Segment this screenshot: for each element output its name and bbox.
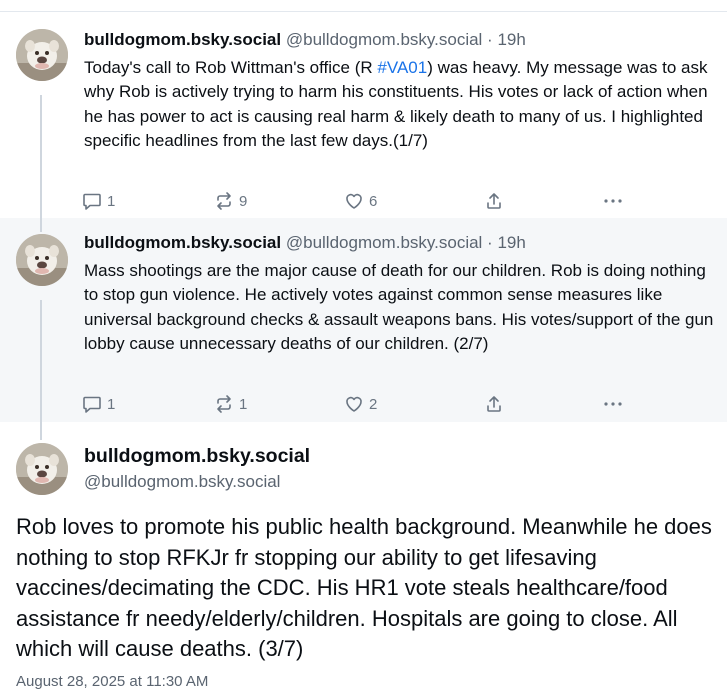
thread-post-1[interactable]: bulldogmom.bsky.social @bulldogmom.bsky.…	[0, 12, 727, 230]
post-text-part: Today's call to Rob Wittman's office (R	[84, 58, 378, 77]
avatar[interactable]	[16, 234, 68, 286]
thread-connector-line	[40, 95, 42, 230]
post-thread: bulldogmom.bsky.social @bulldogmom.bsky.…	[0, 0, 727, 694]
bulldog-avatar-image	[16, 234, 68, 286]
bulldog-avatar-image	[16, 443, 68, 495]
thread-connector-line	[40, 300, 42, 422]
reply-count: 1	[107, 192, 116, 210]
repost-button[interactable]: 9	[214, 190, 247, 212]
post-actions: 1 1 2	[82, 393, 642, 415]
post-text: Mass shootings are the major cause of de…	[84, 261, 714, 354]
meta-separator: ·	[482, 233, 498, 252]
author-handle[interactable]: @bulldogmom.bsky.social	[286, 233, 482, 252]
repost-count: 9	[239, 192, 248, 210]
like-count: 2	[369, 395, 378, 413]
more-options-button[interactable]	[602, 393, 624, 415]
post-timestamp: August 28, 2025 at 11:30 AM	[16, 673, 209, 690]
hashtag-link[interactable]: #VA01	[377, 58, 427, 77]
author-name[interactable]: bulldogmom.bsky.social	[84, 30, 281, 49]
reply-button[interactable]: 1	[82, 190, 115, 212]
share-button[interactable]	[484, 393, 504, 415]
like-count: 6	[369, 192, 378, 210]
reply-icon	[83, 193, 101, 210]
share-icon	[487, 193, 501, 209]
reply-icon	[83, 396, 101, 413]
post-text: Rob loves to promote his public health b…	[16, 514, 712, 661]
post-header: bulldogmom.bsky.social @bulldogmom.bsky.…	[84, 30, 526, 50]
heart-icon	[346, 396, 362, 412]
repost-button[interactable]: 1	[214, 393, 247, 415]
post-time[interactable]: 19h	[497, 233, 525, 252]
meta-separator: ·	[482, 30, 498, 49]
post-text: Today's call to Rob Wittman's office (R …	[84, 56, 720, 154]
more-icon	[604, 402, 622, 406]
like-button[interactable]: 6	[344, 190, 377, 212]
reply-count: 1	[107, 395, 116, 413]
thread-connector-line	[40, 422, 42, 440]
reply-button[interactable]: 1	[82, 393, 115, 415]
thread-connector-line	[40, 218, 42, 232]
more-icon	[604, 199, 622, 203]
post-time[interactable]: 19h	[497, 30, 525, 49]
author-handle[interactable]: @bulldogmom.bsky.social	[286, 30, 482, 49]
avatar[interactable]	[16, 443, 68, 495]
repost-icon	[217, 395, 231, 413]
bulldog-avatar-image	[16, 29, 68, 81]
post-header: bulldogmom.bsky.social @bulldogmom.bsky.…	[84, 233, 526, 253]
post-actions: 1 9 6	[82, 190, 642, 212]
share-button[interactable]	[484, 190, 504, 212]
like-button[interactable]: 2	[344, 393, 377, 415]
repost-icon	[217, 192, 231, 210]
author-name[interactable]: bulldogmom.bsky.social	[84, 445, 310, 468]
author-handle[interactable]: @bulldogmom.bsky.social	[84, 472, 280, 492]
more-options-button[interactable]	[602, 190, 624, 212]
thread-post-2[interactable]: bulldogmom.bsky.social @bulldogmom.bsky.…	[0, 218, 727, 422]
focused-post: bulldogmom.bsky.social @bulldogmom.bsky.…	[0, 422, 727, 694]
repost-count: 1	[239, 395, 248, 413]
author-name[interactable]: bulldogmom.bsky.social	[84, 233, 281, 252]
avatar[interactable]	[16, 29, 68, 81]
heart-icon	[346, 193, 362, 209]
share-icon	[487, 396, 501, 412]
